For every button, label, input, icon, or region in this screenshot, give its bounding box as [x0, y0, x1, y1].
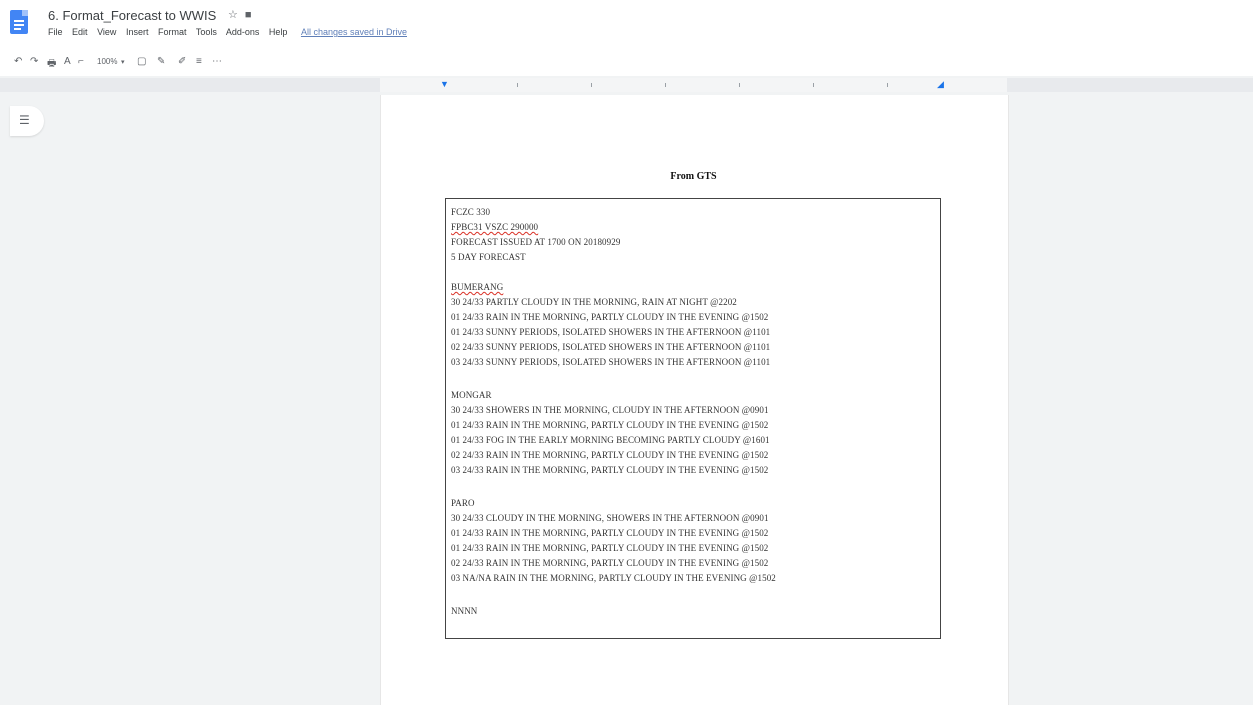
toolbar: ↶ ↷ 🖶 A ⌐ 100% ▾ ▢ ✎ ✐ ≡ ⋯	[0, 48, 1253, 76]
header-line: FCZC 330	[451, 207, 491, 217]
menu-addons[interactable]: Add-ons	[226, 27, 260, 37]
forecast-row: 02 24/33 RAIN IN THE MORNING, PARTLY CLO…	[451, 558, 769, 568]
header-bar: 6. Format_Forecast to WWIS ☆ ■ File Edit…	[0, 0, 1253, 48]
ruler-tick	[591, 83, 592, 87]
document-outline-button[interactable]: ☰	[10, 106, 44, 136]
menu-file[interactable]: File	[48, 27, 63, 37]
forecast-row: 03 24/33 RAIN IN THE MORNING, PARTLY CLO…	[451, 465, 769, 475]
forecast-row: 03 24/33 SUNNY PERIODS, ISOLATED SHOWERS…	[451, 357, 771, 367]
menu-tools[interactable]: Tools	[196, 27, 217, 37]
menu-edit[interactable]: Edit	[72, 27, 88, 37]
header-line: FPBC31 VSZC 290000	[451, 222, 539, 232]
spellcheck-icon[interactable]: A	[64, 56, 71, 67]
forecast-row: 01 24/33 FOG IN THE EARLY MORNING BECOMI…	[451, 435, 770, 445]
header-line: 5 DAY FORECAST	[451, 252, 526, 262]
forecast-row: 02 24/33 SUNNY PERIODS, ISOLATED SHOWERS…	[451, 342, 771, 352]
ruler-tick	[665, 83, 666, 87]
forecast-row: 01 24/33 RAIN IN THE MORNING, PARTLY CLO…	[451, 312, 769, 322]
last-edit-link[interactable]: All changes saved in Drive	[301, 27, 407, 37]
pen-icon[interactable]: ✎	[157, 56, 165, 67]
ruler-tick	[739, 83, 740, 87]
ruler-page-area	[380, 78, 1007, 92]
document-title[interactable]: 6. Format_Forecast to WWIS	[48, 8, 216, 23]
more-icon[interactable]: ⋯	[212, 56, 222, 67]
line-spacing-icon[interactable]: ≡	[196, 56, 202, 67]
star-folder-icons[interactable]: ☆ ■	[228, 8, 254, 21]
menu-insert[interactable]: Insert	[126, 27, 149, 37]
forecast-row: 01 24/33 RAIN IN THE MORNING, PARTLY CLO…	[451, 528, 769, 538]
menu-bar: File Edit View Insert Format Tools Add-o…	[48, 27, 414, 37]
forecast-row: 30 24/33 CLOUDY IN THE MORNING, SHOWERS …	[451, 513, 769, 523]
document-heading: From GTS	[670, 171, 717, 182]
city-name: MONGAR	[451, 390, 492, 400]
header-line: FORECAST ISSUED AT 1700 ON 20180929	[451, 237, 621, 247]
paint-format-icon[interactable]: ⌐	[78, 56, 84, 67]
message-terminator: NNNN	[451, 606, 478, 616]
city-name: BUMERANG	[451, 282, 504, 292]
undo-icon[interactable]: ↶	[14, 56, 22, 67]
redo-icon[interactable]: ↷	[30, 56, 38, 67]
forecast-row: 03 NA/NA RAIN IN THE MORNING, PARTLY CLO…	[451, 573, 776, 583]
outline-icon: ☰	[19, 113, 30, 127]
right-indent-marker-icon[interactable]: ◢	[937, 79, 944, 90]
forecast-row: 02 24/33 RAIN IN THE MORNING, PARTLY CLO…	[451, 450, 769, 460]
ruler-tick	[813, 83, 814, 87]
image-icon[interactable]: ▢	[137, 56, 146, 67]
zoom-chevron-icon[interactable]: ▾	[121, 58, 125, 66]
forecast-row: 30 24/33 SHOWERS IN THE MORNING, CLOUDY …	[451, 405, 769, 415]
menu-help[interactable]: Help	[269, 27, 288, 37]
highlight-icon[interactable]: ✐	[178, 56, 186, 67]
menu-format[interactable]: Format	[158, 27, 187, 37]
docs-logo-icon[interactable]	[10, 10, 28, 34]
zoom-select[interactable]: 100%	[97, 57, 117, 66]
forecast-row: 30 24/33 PARTLY CLOUDY IN THE MORNING, R…	[451, 297, 737, 307]
forecast-row: 01 24/33 SUNNY PERIODS, ISOLATED SHOWERS…	[451, 327, 771, 337]
forecast-row: 01 24/33 RAIN IN THE MORNING, PARTLY CLO…	[451, 420, 769, 430]
left-indent-marker-icon[interactable]: ▼	[440, 79, 449, 89]
city-name: PARO	[451, 498, 475, 508]
print-icon[interactable]: 🖶	[47, 56, 56, 73]
menu-view[interactable]: View	[97, 27, 116, 37]
forecast-row: 01 24/33 RAIN IN THE MORNING, PARTLY CLO…	[451, 543, 769, 553]
ruler-tick	[887, 83, 888, 87]
ruler-tick	[517, 83, 518, 87]
